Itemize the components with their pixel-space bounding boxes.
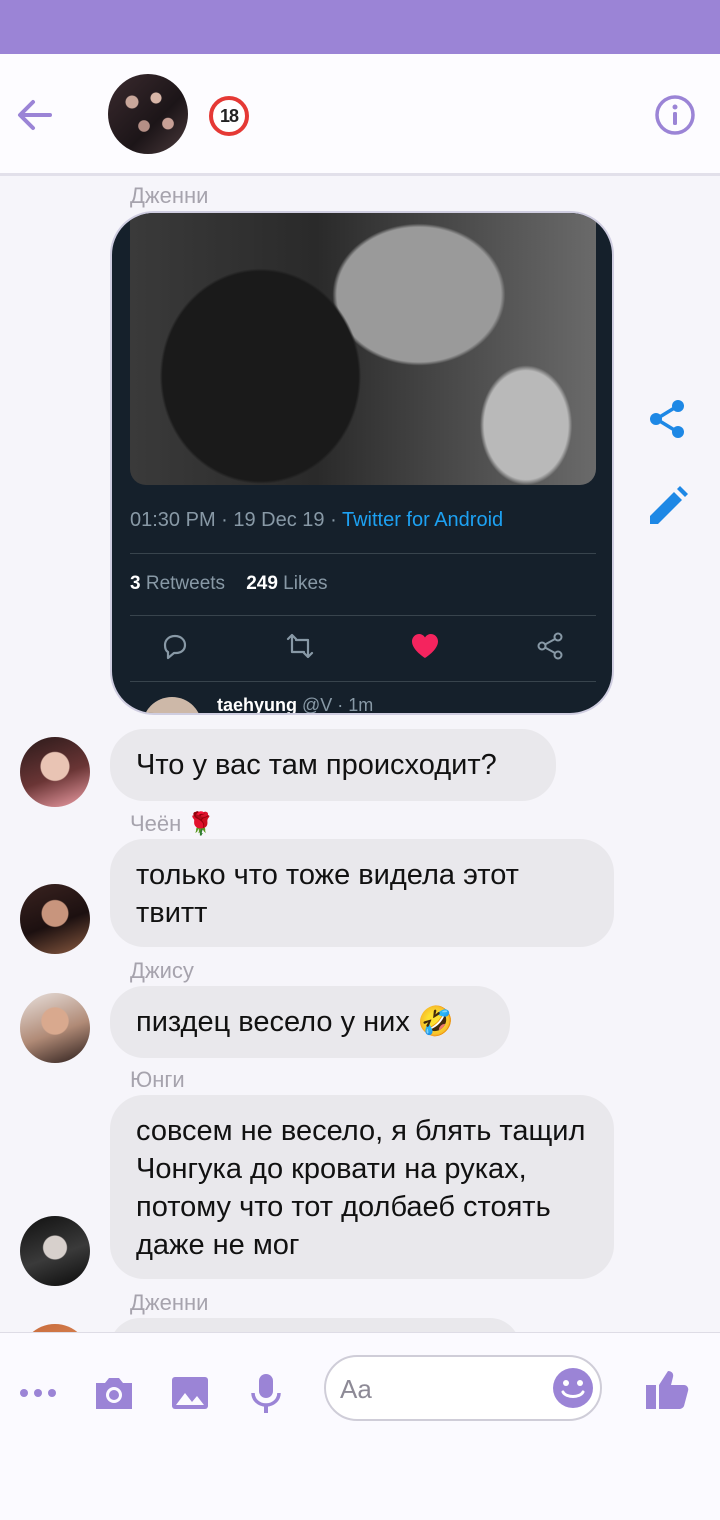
reply-author: taehyung @V · 1m [217, 695, 374, 715]
tweet-meta: 01:30 PM · 19 Dec 19 · Twitter for Andro… [130, 509, 503, 532]
microphone-icon[interactable] [244, 1371, 288, 1415]
camera-icon[interactable] [92, 1371, 136, 1415]
reply-name: taehyung [217, 695, 298, 715]
reply-icon [160, 631, 190, 661]
likes-label: Likes [277, 573, 328, 594]
divider [130, 553, 596, 554]
share-icon [535, 631, 565, 661]
tweet-photo [130, 213, 596, 485]
share-icon[interactable] [646, 398, 688, 440]
info-icon[interactable] [654, 94, 696, 136]
message-text: пиздец весело у них 🤣 [136, 1006, 455, 1038]
tweet-time: 01:30 PM · 19 Dec 19 · [130, 509, 342, 531]
tweet-stats: 3 Retweets 249 Likes [130, 573, 328, 595]
more-icon[interactable] [16, 1371, 60, 1415]
avatar[interactable] [20, 884, 90, 954]
sender-name: Джису [130, 958, 194, 983]
message-text: Что у вас там происходит? [136, 749, 497, 781]
edit-icon[interactable] [646, 486, 688, 528]
like-icon[interactable] [644, 1367, 690, 1413]
sender-name: Дженни [130, 1290, 209, 1315]
message-bubble[interactable]: совсем не весело, я блять тащил Чонгука … [110, 1095, 614, 1279]
group-avatar[interactable] [108, 74, 188, 154]
chat-header: 18 [0, 54, 720, 176]
avatar[interactable] [20, 1216, 90, 1286]
avatar[interactable] [20, 737, 90, 807]
message-bubble[interactable]: пиздец весело у них 🤣 [110, 986, 510, 1058]
avatar[interactable] [20, 993, 90, 1063]
message-input-container [324, 1355, 602, 1421]
retweets-label: Retweets [140, 573, 226, 594]
divider [130, 681, 596, 682]
tweet-screenshot-image[interactable]: 01:30 PM · 19 Dec 19 · Twitter for Andro… [110, 211, 614, 715]
divider [130, 615, 596, 616]
status-bar [0, 0, 720, 54]
composer-bar [0, 1332, 720, 1520]
reply-handle: @V · 1m [297, 695, 374, 715]
sender-name: Юнги [130, 1067, 185, 1092]
back-arrow-icon[interactable] [14, 94, 56, 136]
reply-avatar [142, 697, 202, 713]
emoji-icon[interactable] [552, 1367, 594, 1409]
sender-name: Дженни [130, 183, 209, 208]
sender-name: Чеён 🌹 [130, 811, 215, 836]
message-text: совсем не весело, я блять тащил Чонгука … [136, 1115, 586, 1261]
retweet-icon [285, 631, 315, 661]
likes-count: 249 [246, 573, 278, 594]
age-restriction-badge: 18 [209, 96, 249, 136]
tweet-source: Twitter for Android [341, 509, 504, 531]
message-text: только что тоже видела этот твитт [136, 859, 519, 929]
message-bubble[interactable]: Что у вас там происходит? [110, 729, 556, 801]
message-input[interactable] [340, 1369, 540, 1409]
gallery-icon[interactable] [168, 1371, 212, 1415]
message-bubble[interactable]: только что тоже видела этот твитт [110, 839, 614, 947]
retweets-count: 3 [130, 573, 141, 594]
heart-icon [410, 631, 440, 661]
